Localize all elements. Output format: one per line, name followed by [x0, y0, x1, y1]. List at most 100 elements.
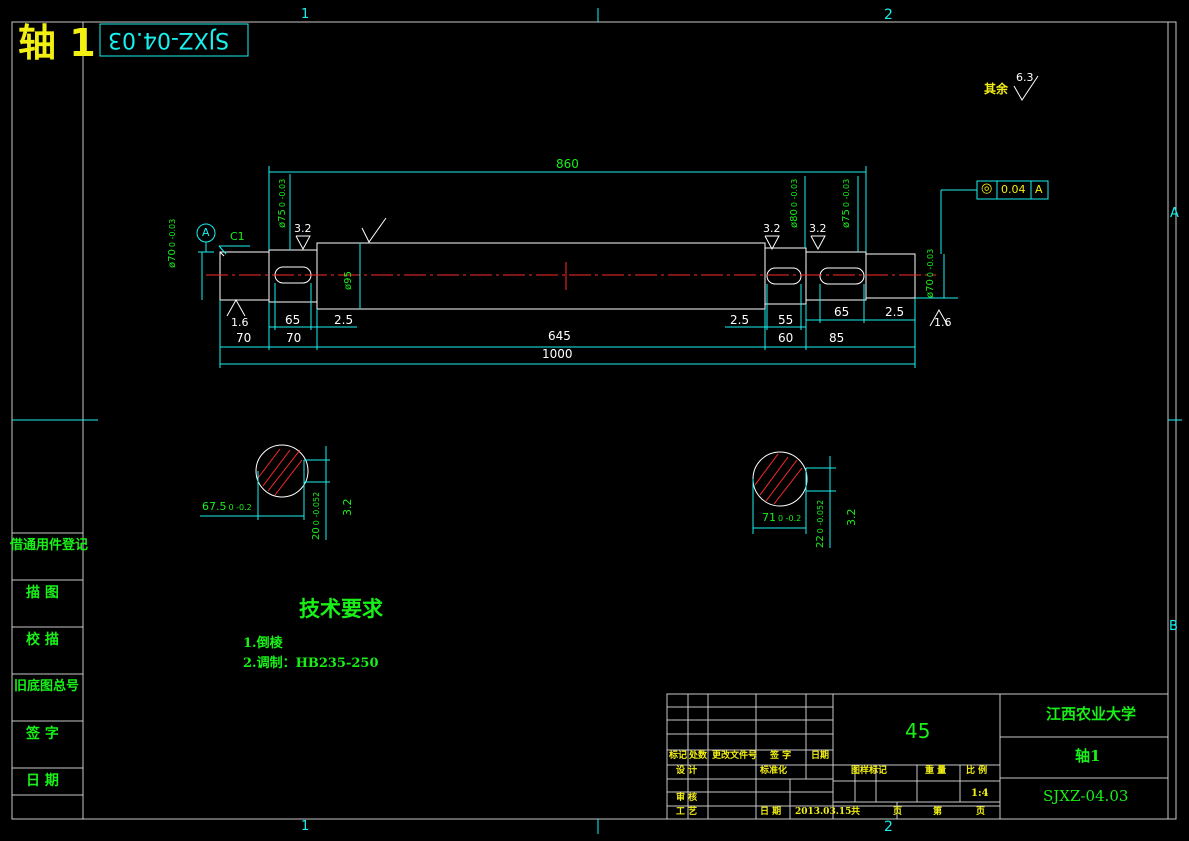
- dim-60: 60: [778, 331, 794, 345]
- tech-item-1: 1.倒棱: [243, 636, 283, 651]
- shaft-centerline: [206, 262, 936, 290]
- roughness-16-left: 1.6: [231, 316, 249, 329]
- dim-70a: 70: [236, 331, 252, 345]
- dim-860: 860: [556, 157, 579, 171]
- dim-key-25-mid: 2.5: [730, 313, 750, 327]
- tech-heading: 技术要求: [299, 596, 383, 621]
- roughness-16-right: 1.6: [934, 316, 952, 329]
- section-left-dim-v-value: 20: [311, 527, 322, 540]
- section-left-dim-v: 200 -0.052: [311, 491, 322, 540]
- dia-70-right: ø700 -0.03: [925, 248, 936, 298]
- title-sheet-unit: 页: [893, 807, 903, 817]
- section-right-dim-h: 71 0 -0.2: [762, 512, 801, 523]
- dim-key-55: 55: [778, 313, 794, 327]
- section-right-roughness: 3.2: [845, 508, 858, 527]
- title-page-no: 第: [933, 807, 943, 817]
- tolerance-symbol: ◎: [981, 181, 993, 196]
- dia-75-left: ø750 -0.03: [277, 178, 288, 228]
- title-standard: 标准化: [760, 766, 788, 776]
- title-hdr-date: 日期: [811, 751, 830, 761]
- roughness-32-right: 3.2: [809, 222, 827, 235]
- roughness-32-left: 3.2: [294, 222, 312, 235]
- side-row-6: 日 期: [26, 773, 59, 789]
- dim-85: 85: [829, 331, 845, 345]
- title-review: 审 核: [676, 793, 698, 803]
- title-stage-mark: 图样标记: [851, 766, 888, 776]
- section-right-dim-h-value: 71: [762, 511, 776, 524]
- section-left-roughness: 3.2: [341, 498, 354, 517]
- title-hdr-mark: 标记: [669, 751, 688, 761]
- dim-key-25-right: 2.5: [885, 305, 905, 319]
- dim-70b: 70: [286, 331, 302, 345]
- section-left-dim-h-value: 67.5: [202, 500, 227, 513]
- zone-right-a: A: [1170, 206, 1179, 221]
- roughness-other-label: 其余: [984, 82, 1009, 96]
- roughness-other-value: 6.3: [1016, 71, 1034, 84]
- dia-70-left-value: ø70: [167, 249, 178, 268]
- drawing-title: 轴 1: [18, 21, 96, 65]
- dia-80-value: ø80: [789, 209, 800, 228]
- side-row-3: 校 描: [26, 632, 59, 648]
- title-hdr-sign: 签 字: [770, 751, 792, 761]
- section-right-dim-h-tol: 0 -0.2: [778, 514, 802, 523]
- side-table-lines: [12, 532, 83, 796]
- side-row-1: 借通用件登记: [10, 538, 89, 553]
- title-date-label: 日 期: [760, 807, 782, 817]
- section-left-dim-h: 67.5 0 -0.2: [202, 501, 252, 512]
- dim-645: 645: [548, 329, 571, 343]
- dia-95: ø95: [343, 271, 354, 290]
- dia-70-right-value: ø70: [925, 279, 936, 298]
- title-page-unit: 页: [976, 807, 986, 817]
- dia-75-right-value: ø75: [841, 209, 852, 228]
- title-code: SJXZ-04.03: [1043, 787, 1129, 805]
- sheet-frame: [11, 21, 1177, 820]
- title-part-name: 轴1: [1075, 747, 1101, 765]
- drawing-code-flipped: SJXZ-04.03: [108, 27, 230, 52]
- zone-right-b: B: [1169, 619, 1178, 634]
- dia-80-tol: 0 -0.03: [790, 178, 799, 208]
- zone-bottom-2: 2: [884, 819, 893, 835]
- zone-bottom-1: 1: [301, 819, 310, 834]
- dia-70-right-tol: 0 -0.03: [926, 248, 935, 278]
- shaft-outline: [219, 242, 916, 310]
- dia-75-right-tol: 0 -0.03: [842, 178, 851, 208]
- dim-1000: 1000: [542, 347, 573, 361]
- drawing-sheet: [11, 8, 1182, 834]
- section-right-dim-v-value: 22: [815, 535, 826, 548]
- title-weight: 重 量: [925, 766, 947, 776]
- side-row-5: 签 字: [26, 726, 59, 742]
- zone-ticks: [12, 8, 1182, 834]
- datum-a-label: A: [202, 226, 210, 239]
- dim-key-25-left: 2.5: [334, 313, 354, 327]
- title-total: 共: [851, 807, 861, 817]
- chamfer-label: C1: [230, 230, 245, 243]
- side-row-4: 旧底图总号: [14, 679, 80, 694]
- dim-key-65-left: 65: [285, 313, 301, 327]
- tolerance-datum: A: [1035, 183, 1043, 196]
- roughness-32-mid: 3.2: [763, 222, 781, 235]
- dia-80: ø800 -0.03: [789, 178, 800, 228]
- title-scale: 比 例: [966, 766, 988, 776]
- tolerance-value: 0.04: [1001, 183, 1026, 196]
- title-design: 设 计: [676, 766, 698, 776]
- title-hdr-count: 处数: [689, 751, 708, 761]
- zone-top-1: 1: [301, 7, 310, 22]
- dimension-lines: [196, 166, 1049, 368]
- title-school: 江西农业大学: [1046, 705, 1137, 723]
- section-right-dim-v-tol: 0 -0.052: [816, 499, 825, 534]
- title-process: 工 艺: [676, 807, 698, 817]
- dim-key-65-right: 65: [834, 305, 850, 319]
- section-right-dim-v: 220 -0.052: [815, 499, 826, 548]
- dia-75-right: ø750 -0.03: [841, 178, 852, 228]
- section-left-dim-v-tol: 0 -0.052: [312, 491, 321, 526]
- side-row-2: 描 图: [26, 585, 59, 601]
- dia-70-left-tol: 0 -0.03: [168, 218, 177, 248]
- title-scale-value: 1:4: [971, 788, 989, 799]
- section-left-dim-h-tol: 0 -0.2: [228, 503, 252, 512]
- title-hdr-doc: 更改文件号: [712, 751, 758, 761]
- zone-top-2: 2: [884, 7, 893, 23]
- section-left: [200, 444, 330, 540]
- title-date-value: 2013.03.15: [795, 807, 852, 817]
- dia-75-left-value: ø75: [277, 209, 288, 228]
- dia-75-left-tol: 0 -0.03: [278, 178, 287, 208]
